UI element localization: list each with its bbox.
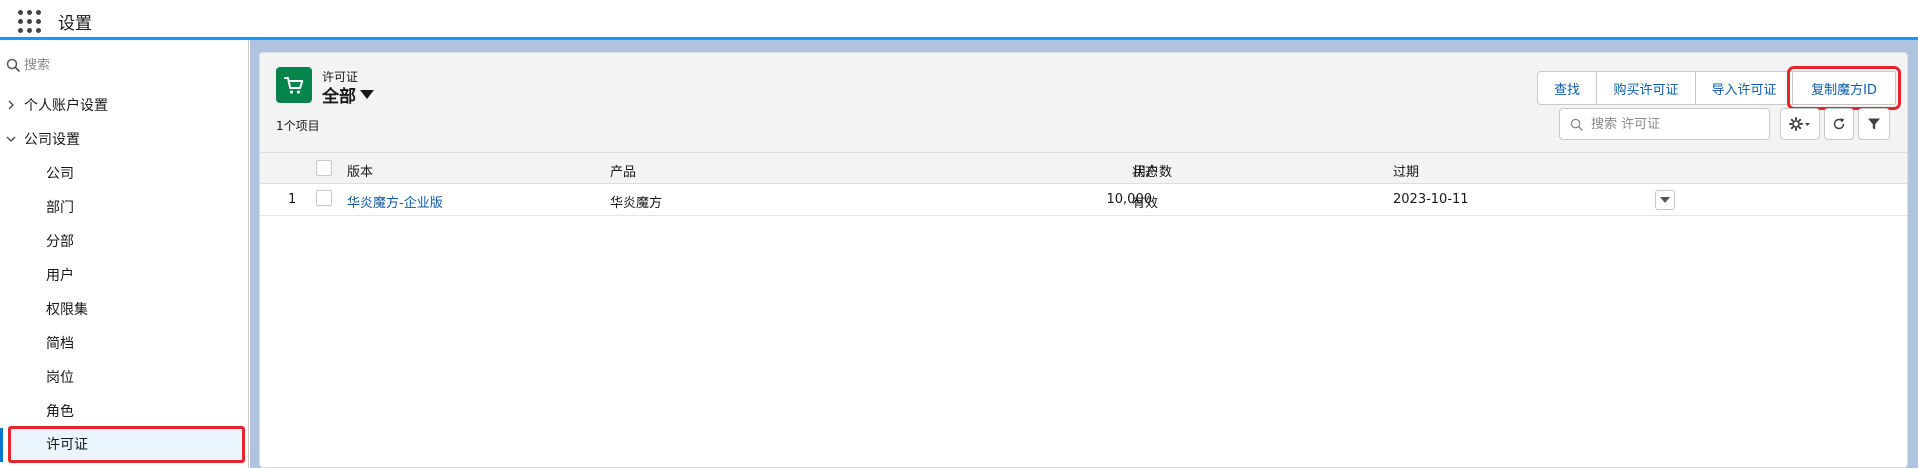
list-settings-button[interactable]	[1780, 108, 1820, 140]
row-number: 1	[288, 192, 297, 207]
gear-icon	[1789, 117, 1810, 131]
tree-node-label: 个人账户设置	[24, 98, 108, 114]
cart-icon	[276, 67, 312, 103]
sidebar-item-profiles[interactable]: 简档	[46, 333, 74, 353]
column-header-status[interactable]: 状态	[1132, 161, 1158, 180]
column-header-product[interactable]: 产品	[610, 161, 636, 180]
search-icon	[1570, 118, 1583, 131]
sidebar-item-department[interactable]: 部门	[46, 197, 74, 217]
setup-sidebar: 个人账户设置 公司设置	[0, 40, 249, 468]
app-launcher-icon[interactable]	[18, 10, 42, 34]
find-button[interactable]: 查找	[1537, 71, 1597, 105]
list-search[interactable]	[1559, 108, 1770, 140]
caret-down-icon	[360, 90, 374, 99]
copy-id-button[interactable]: 复制魔方ID	[1787, 66, 1901, 110]
sidebar-search[interactable]	[6, 54, 242, 76]
sidebar-item-licenses[interactable]	[8, 426, 245, 463]
sidebar-item-permission-sets[interactable]: 权限集	[46, 299, 88, 319]
expiry-cell: 2023-10-11	[1393, 192, 1469, 207]
filter-button[interactable]	[1858, 108, 1890, 140]
row-checkbox[interactable]	[316, 190, 332, 206]
sidebar-item-roles[interactable]: 角色	[46, 401, 74, 421]
item-count: 1个项目	[276, 119, 320, 133]
sidebar-item-positions[interactable]: 岗位	[46, 367, 74, 387]
list-search-input[interactable]	[1591, 116, 1761, 132]
row-actions-menu[interactable]	[1655, 190, 1675, 210]
tree-node-personal-settings[interactable]: 个人账户设置	[0, 92, 249, 118]
tree-node-label: 公司设置	[24, 132, 80, 148]
table-row: 1 华炎魔方-企业版 华炎魔方 10,000 有效 2023-10-11	[260, 184, 1907, 216]
filter-icon	[1868, 118, 1880, 130]
search-icon	[6, 58, 20, 72]
chevron-right-icon	[8, 100, 14, 110]
chevron-down-icon	[6, 136, 16, 142]
list-view-selector[interactable]: 全部	[322, 82, 374, 107]
sidebar-search-input[interactable]	[24, 57, 224, 73]
edition-link[interactable]: 华炎魔方-企业版	[347, 192, 443, 211]
sidebar-item-company[interactable]: 公司	[46, 163, 74, 183]
license-list-view: 许可证 全部 1个项目 查找 购买许可证 导入许可证 复制魔方ID 搜索 许可证…	[259, 52, 1908, 468]
top-header: 设置	[0, 0, 1918, 40]
list-view-name: 全部	[322, 87, 356, 107]
buy-license-button[interactable]: 购买许可证	[1596, 71, 1696, 105]
column-header-edition[interactable]: 版本	[347, 161, 373, 180]
column-header-expiry[interactable]: 过期	[1393, 161, 1419, 180]
chevron-down-icon	[1660, 197, 1670, 203]
select-all-checkbox[interactable]	[316, 160, 332, 176]
sidebar-item-users[interactable]: 用户	[46, 265, 74, 285]
action-button-group: 查找 购买许可证 导入许可证 复制魔方ID	[1537, 66, 1901, 110]
sidebar-item-licenses-label: 许可证	[46, 437, 88, 453]
app-title: 设置	[58, 14, 92, 34]
import-license-button[interactable]: 导入许可证	[1695, 71, 1793, 105]
selection-marker	[0, 428, 3, 462]
status-cell: 有效	[1132, 196, 1159, 211]
sidebar-item-division[interactable]: 分部	[46, 231, 74, 251]
refresh-icon	[1833, 118, 1845, 130]
product-cell: 华炎魔方	[610, 196, 663, 211]
tree-node-company-settings[interactable]: 公司设置	[0, 126, 249, 152]
table-header: 版本 产品 用户数 状态 过期	[260, 153, 1907, 184]
list-header: 许可证 全部 1个项目 查找 购买许可证 导入许可证 复制魔方ID	[260, 53, 1907, 153]
refresh-button[interactable]	[1824, 108, 1854, 140]
